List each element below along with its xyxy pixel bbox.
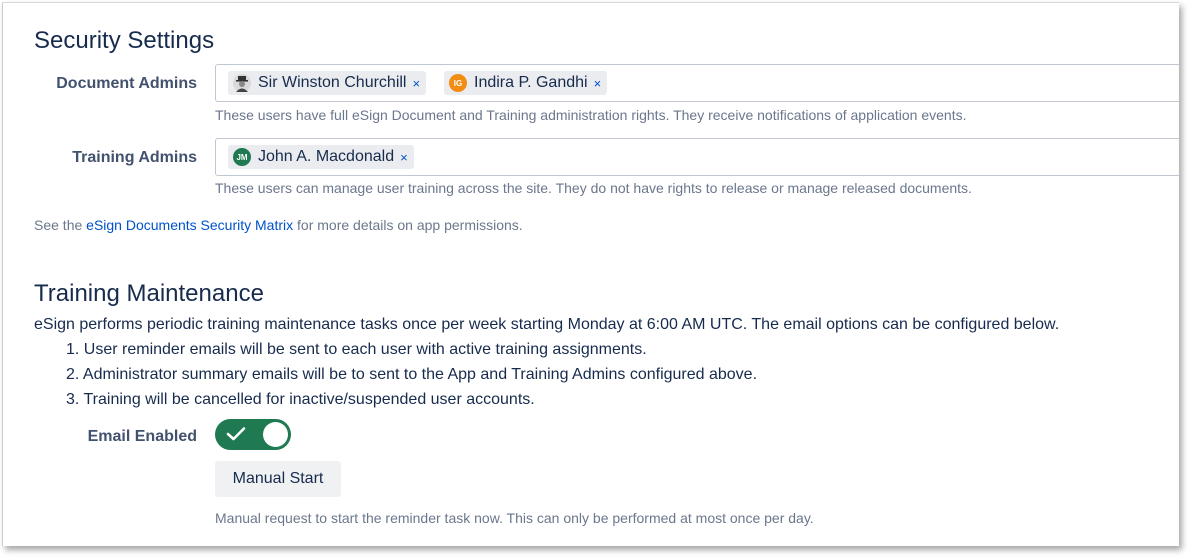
document-admins-label: Document Admins [56,75,197,92]
matrix-note-prefix: See the [34,217,87,233]
document-admins-picker[interactable]: Sir Winston Churchill × IG Indira P. Gan… [215,64,1179,102]
user-chip-name: John A. Macdonald [258,148,395,165]
email-enabled-label: Email Enabled [87,428,197,445]
training-admins-picker[interactable]: JM John A. Macdonald × [215,138,1179,176]
training-maintenance-heading: Training Maintenance [34,280,264,307]
security-settings-heading: Security Settings [34,27,215,54]
document-admins-help: These users have full eSign Document and… [215,107,967,123]
training-admins-help: These users can manage user training acr… [215,180,972,196]
avatar [233,74,251,92]
check-icon [226,427,246,441]
maintenance-description: eSign performs periodic training mainten… [34,316,1060,333]
maintenance-step: 2. Administrator summary emails will be … [66,366,758,383]
remove-user-icon[interactable]: × [594,77,602,90]
email-enabled-toggle[interactable] [215,419,291,450]
remove-user-icon[interactable]: × [412,77,420,90]
matrix-note-suffix: for more details on app permissions. [293,217,523,233]
settings-panel: Security Settings Document Admins Sir Wi… [2,2,1179,546]
user-chip-churchill: Sir Winston Churchill × [228,71,427,95]
user-chip-name: Sir Winston Churchill [258,74,407,91]
avatar: JM [233,148,251,166]
training-admins-label: Training Admins [72,149,197,166]
security-matrix-note: See the eSign Documents Security Matrix … [34,217,523,233]
user-chip-gandhi: IG Indira P. Gandhi × [444,71,608,95]
maintenance-step: 1. User reminder emails will be sent to … [66,341,647,358]
user-chip-macdonald: JM John A. Macdonald × [228,145,414,169]
user-chip-name: Indira P. Gandhi [474,74,588,91]
toggle-knob [263,422,288,447]
manual-start-button[interactable]: Manual Start [215,461,341,497]
security-matrix-link[interactable]: eSign Documents Security Matrix [86,217,293,233]
avatar: IG [449,74,467,92]
manual-start-help: Manual request to start the reminder tas… [215,510,814,526]
remove-user-icon[interactable]: × [400,151,408,164]
maintenance-step: 3. Training will be cancelled for inacti… [66,391,535,408]
